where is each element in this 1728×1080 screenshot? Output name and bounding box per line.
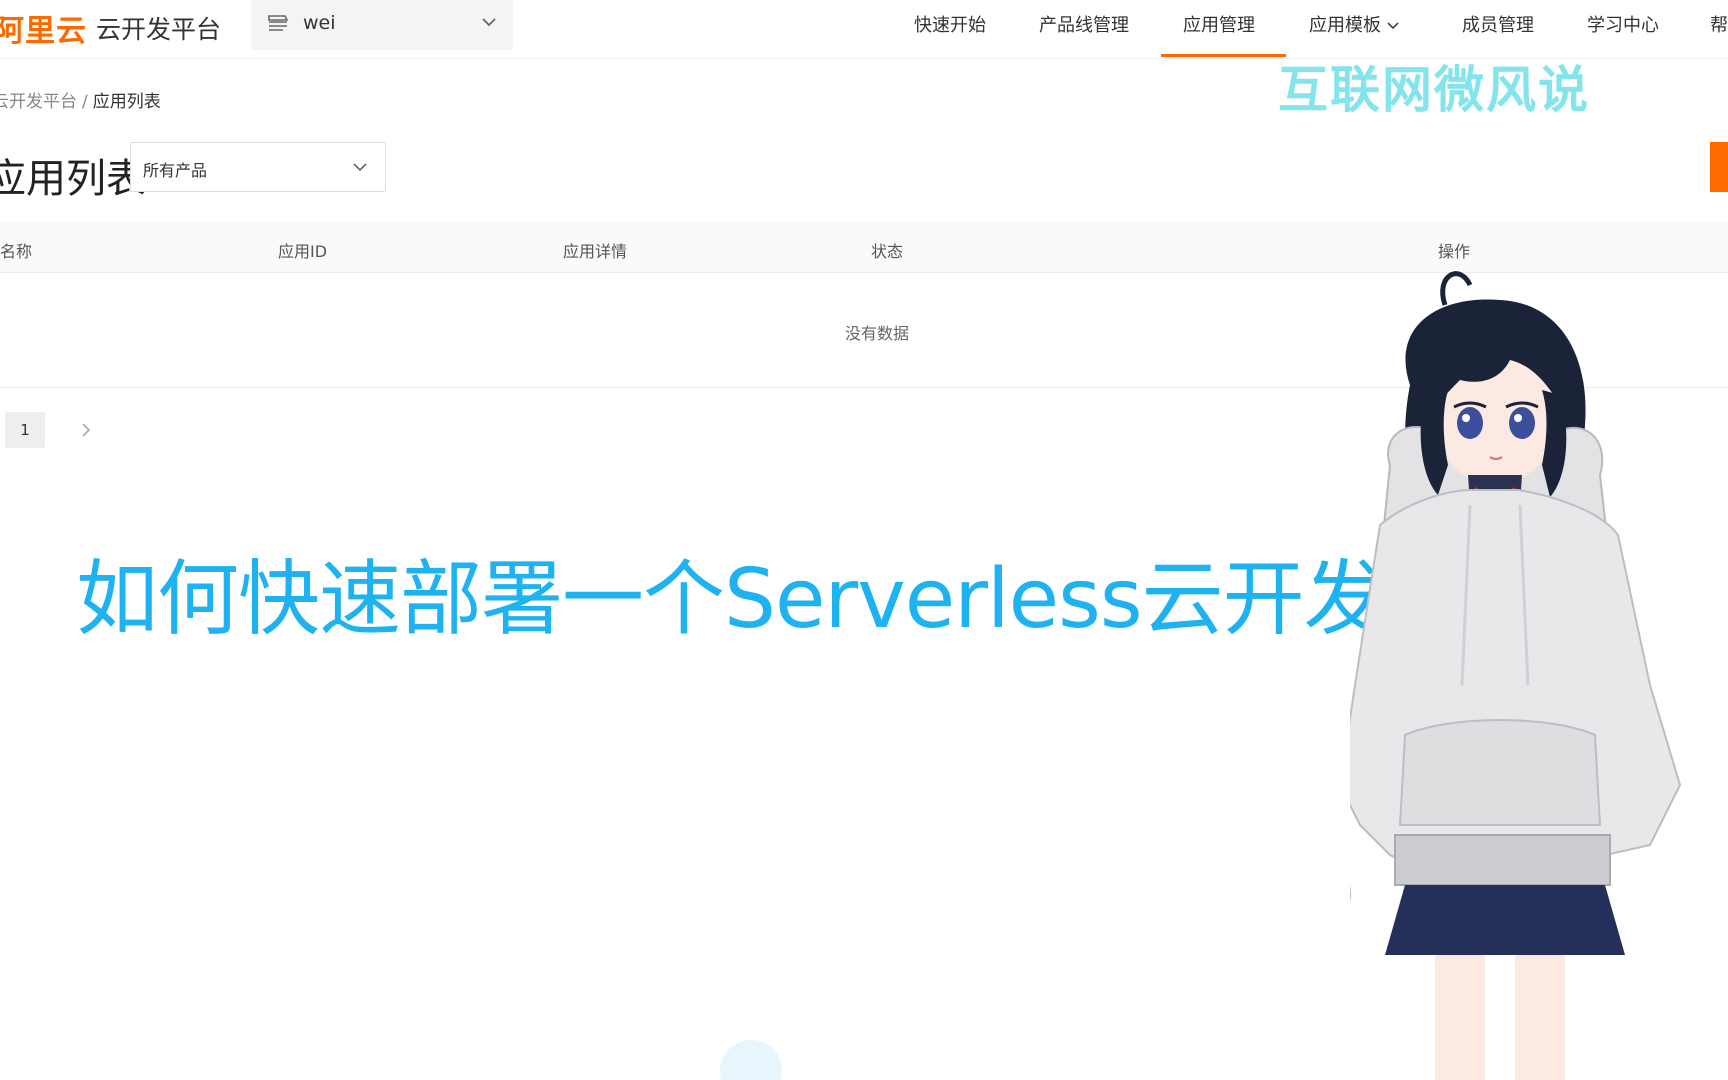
- chevron-down-icon: [1387, 22, 1399, 30]
- nav-app-management[interactable]: 应用管理: [1183, 11, 1255, 57]
- workspace-icon: [268, 15, 289, 31]
- nav-learning-center[interactable]: 学习中心: [1587, 11, 1659, 57]
- nav-quick-start[interactable]: 快速开始: [914, 11, 986, 57]
- chevron-right-icon[interactable]: [80, 421, 92, 439]
- column-header-details: 应用详情: [563, 242, 628, 261]
- chevron-down-icon: [482, 18, 496, 27]
- decorative-blob: [720, 1040, 782, 1080]
- create-app-button[interactable]: [1710, 142, 1728, 192]
- page-title: 应用列表: [0, 156, 146, 202]
- pagination-page-1[interactable]: 1: [5, 412, 45, 448]
- platform-title[interactable]: 云开发平台: [96, 10, 221, 46]
- channel-watermark: 互联网微风说: [1278, 60, 1590, 119]
- column-header-name: 名称: [0, 242, 33, 261]
- workspace-name: wei: [303, 12, 336, 34]
- column-header-status: 状态: [871, 242, 904, 261]
- page: 阿里云 云开发平台 wei 快速开始 产品线管理 应用管理 应用模板 成员管理 …: [0, 0, 1728, 1080]
- breadcrumb: 云开发平台 / 应用列表: [0, 87, 161, 112]
- column-header-actions: 操作: [1438, 242, 1471, 261]
- video-title-overlay: 如何快速部署一个Serverless云开发项目: [76, 552, 1548, 647]
- product-filter-select[interactable]: 所有产品: [130, 142, 386, 192]
- anime-avatar-illustration: [1350, 271, 1682, 1080]
- breadcrumb-current: 应用列表: [92, 92, 161, 112]
- workspace-selector[interactable]: wei: [251, 0, 513, 50]
- column-header-app-id: 应用ID: [278, 242, 328, 261]
- product-filter-value: 所有产品: [143, 161, 208, 180]
- aliyun-logo[interactable]: 阿里云: [0, 6, 87, 50]
- empty-state-text: 没有数据: [845, 324, 910, 343]
- active-nav-indicator: [1161, 54, 1286, 57]
- nav-app-templates-label: 应用模板: [1309, 15, 1381, 36]
- breadcrumb-root[interactable]: 云开发平台: [0, 92, 77, 112]
- chevron-down-icon: [353, 163, 367, 172]
- breadcrumb-separator: /: [82, 92, 88, 112]
- nav-help[interactable]: 帮助: [1710, 11, 1728, 57]
- nav-product-line-management[interactable]: 产品线管理: [1039, 11, 1129, 57]
